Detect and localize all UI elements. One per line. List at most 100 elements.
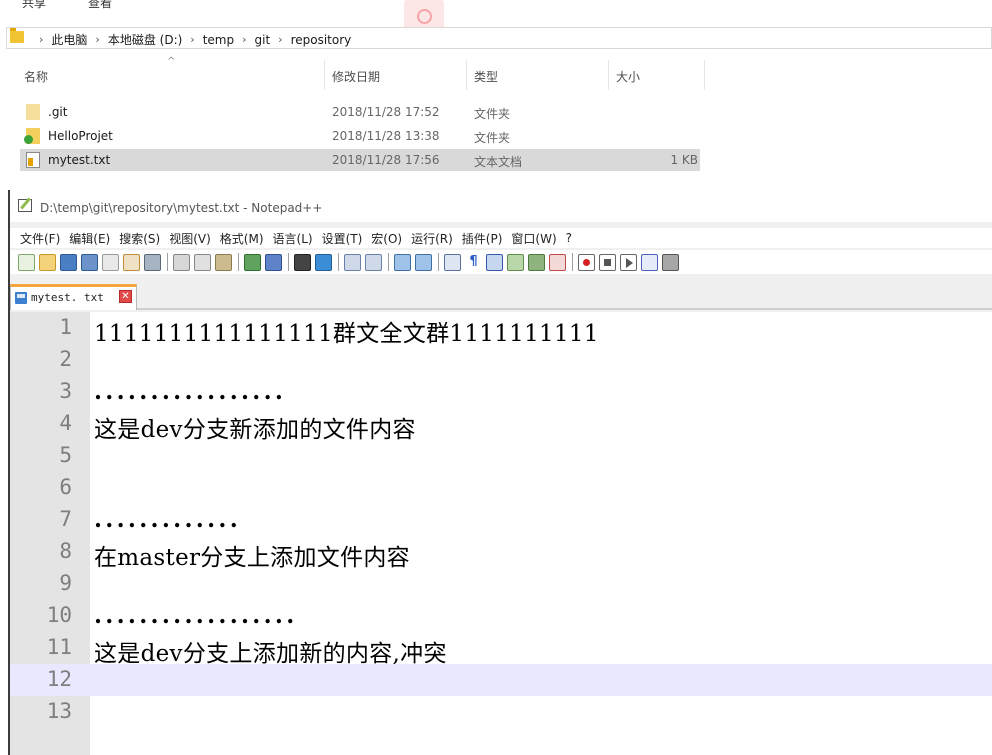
document-map-icon[interactable] (528, 253, 545, 271)
line-number: 13 (46, 699, 72, 723)
column-size[interactable]: 大小 (616, 68, 640, 85)
editor-line[interactable]: 1 1111111111111111群文全文群1111111111 (10, 312, 992, 347)
menu-window[interactable]: 窗口(W) (511, 230, 556, 247)
run-macro-multiple-icon[interactable] (641, 253, 658, 271)
breadcrumb-git[interactable]: git (255, 33, 271, 47)
menu-edit[interactable]: 编辑(E) (69, 230, 110, 247)
window-title: D:\temp\git\repository\mytest.txt - Note… (40, 201, 323, 215)
column-type[interactable]: 类型 (474, 68, 498, 85)
redo-icon[interactable] (265, 253, 282, 271)
editor-line[interactable]: 7............. (10, 504, 992, 536)
toolbar-separator (167, 253, 168, 271)
breadcrumb-temp[interactable]: temp (203, 33, 234, 47)
play-macro-icon[interactable] (620, 253, 637, 271)
new-file-icon[interactable] (18, 253, 35, 271)
line-number: 7 (59, 507, 72, 531)
breadcrumb-this-pc[interactable]: 此电脑 (51, 31, 87, 48)
function-list-icon[interactable] (549, 253, 566, 271)
line-text: 这是dev分支上添加新的内容,冲突 (94, 641, 447, 667)
ribbon-tab-share[interactable]: 共享 (22, 0, 46, 11)
breadcrumb-repository[interactable]: repository (291, 33, 352, 47)
word-wrap-icon[interactable] (444, 253, 461, 271)
menu-help[interactable]: ? (566, 231, 572, 245)
file-row-selected[interactable]: mytest.txt 2018/11/28 17:56 文本文档 1 KB (20, 149, 700, 171)
menu-file[interactable]: 文件(F) (20, 230, 60, 247)
menu-run[interactable]: 运行(R) (411, 230, 453, 247)
save-icon[interactable] (60, 253, 77, 271)
line-text: 1111111111111111群文全文群1111111111 (94, 321, 599, 347)
file-modified: 2018/11/28 13:38 (332, 129, 440, 143)
editor-line-current[interactable]: 12 (10, 664, 992, 696)
title-bar[interactable]: D:\temp\git\repository\mytest.txt - Note… (10, 190, 992, 222)
chevron-right-icon: › (242, 33, 247, 46)
record-macro-icon[interactable] (578, 253, 595, 271)
line-number: 10 (46, 603, 72, 627)
chevron-right-icon: › (39, 33, 44, 46)
file-name: .git (48, 105, 68, 119)
editor-line[interactable]: 10.................. (10, 600, 992, 632)
editor-line[interactable]: 5 (10, 440, 992, 472)
column-divider[interactable] (608, 60, 609, 90)
menu-view[interactable]: 视图(V) (169, 230, 211, 247)
folder-icon (26, 104, 40, 120)
toolbar-separator (238, 253, 239, 271)
zoom-out-icon[interactable] (365, 253, 382, 271)
explorer-ribbon: 共享 查看 (0, 0, 992, 10)
notepad-app-icon (18, 199, 32, 212)
column-modified[interactable]: 修改日期 (332, 68, 380, 85)
file-row[interactable]: HelloProjet 2018/11/28 13:38 文件夹 (20, 125, 700, 147)
editor-line[interactable]: 4 这是dev分支新添加的文件内容 (10, 408, 992, 443)
file-modified: 2018/11/28 17:56 (332, 153, 440, 167)
user-language-icon[interactable] (507, 253, 524, 271)
line-text: ................. (94, 378, 287, 405)
copy-icon[interactable] (194, 253, 211, 271)
menu-format[interactable]: 格式(M) (220, 230, 264, 247)
column-divider[interactable] (466, 60, 467, 90)
open-file-icon[interactable] (39, 253, 56, 271)
tab-label: mytest. txt (31, 291, 104, 304)
ribbon-tab-view[interactable]: 查看 (88, 0, 112, 11)
indent-guide-icon[interactable] (486, 253, 503, 271)
address-bar[interactable]: › 此电脑 › 本地磁盘 (D:) › temp › git › reposit… (6, 27, 992, 49)
line-number: 6 (59, 475, 72, 499)
menu-language[interactable]: 语言(L) (273, 230, 313, 247)
column-divider[interactable] (704, 60, 705, 90)
sync-horizontal-icon[interactable] (415, 253, 432, 271)
save-all-icon[interactable] (81, 253, 98, 271)
column-name[interactable]: 名称 (24, 68, 48, 85)
close-all-icon[interactable] (123, 253, 140, 271)
menu-settings[interactable]: 设置(T) (322, 230, 363, 247)
sync-vertical-icon[interactable] (394, 253, 411, 271)
file-row[interactable]: .git 2018/11/28 17:52 文件夹 (20, 101, 700, 123)
zoom-in-icon[interactable] (344, 253, 361, 271)
menu-plugins[interactable]: 插件(P) (462, 230, 503, 247)
show-all-characters-icon[interactable]: ¶ (465, 253, 482, 271)
stop-macro-icon[interactable] (599, 253, 616, 271)
close-file-icon[interactable] (102, 253, 119, 271)
undo-icon[interactable] (244, 253, 261, 271)
editor-line[interactable]: 3................. (10, 376, 992, 408)
tab-mytest-txt[interactable]: mytest. txt ✕ (10, 284, 137, 310)
print-icon[interactable] (144, 253, 161, 271)
editor-line[interactable]: 13 (10, 696, 992, 728)
breadcrumb-local-disk[interactable]: 本地磁盘 (D:) (108, 31, 182, 48)
tab-bar: mytest. txt ✕ (10, 282, 992, 310)
editor-line[interactable]: 6 (10, 472, 992, 504)
line-number: 1 (59, 315, 72, 339)
replace-icon[interactable] (315, 253, 332, 271)
line-number: 11 (46, 635, 72, 659)
editor-line[interactable]: 8 在master分支上添加文件内容 (10, 536, 992, 571)
close-tab-icon[interactable]: ✕ (119, 290, 132, 303)
editor-line[interactable]: 2 (10, 344, 992, 376)
menu-macro[interactable]: 宏(O) (371, 230, 402, 247)
menu-search[interactable]: 搜索(S) (119, 230, 160, 247)
paste-icon[interactable] (215, 253, 232, 271)
editor-line[interactable]: 9 (10, 568, 992, 600)
find-icon[interactable] (294, 253, 311, 271)
editor[interactable]: 1 1111111111111111群文全文群1111111111 2 3......… (10, 312, 992, 755)
line-text: ............. (94, 506, 241, 533)
editor-line[interactable]: 11 这是dev分支上添加新的内容,冲突 (10, 632, 992, 667)
cut-icon[interactable] (173, 253, 190, 271)
save-macro-icon[interactable] (662, 253, 679, 271)
column-divider[interactable] (324, 60, 325, 90)
